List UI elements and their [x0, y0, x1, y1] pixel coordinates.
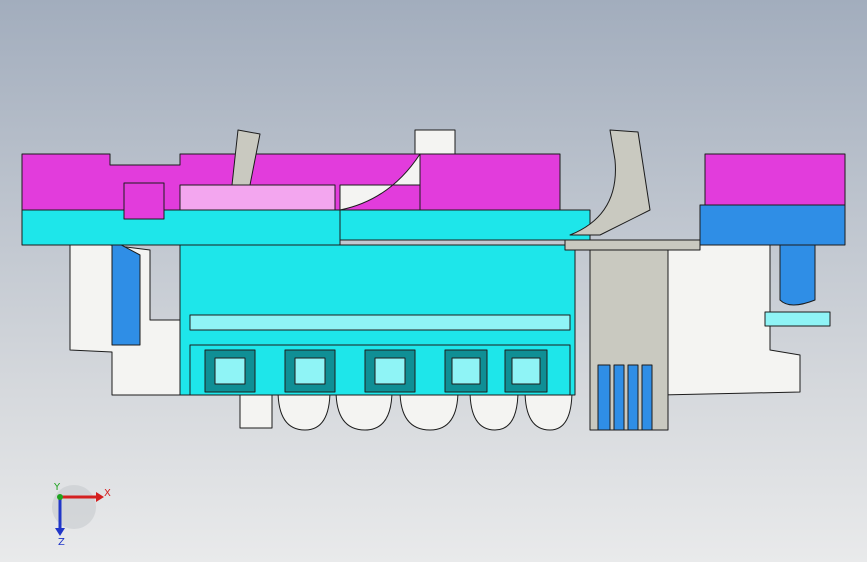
z-arrow-icon [55, 528, 65, 536]
x-axis-label: X [104, 488, 111, 499]
x-arrow-icon [96, 492, 104, 502]
coordinate-triad: X Y Z [52, 482, 111, 548]
y-axis-icon [57, 494, 63, 500]
z-axis-label: Z [58, 537, 65, 548]
y-axis-label: Y [53, 482, 61, 493]
graphics-viewport[interactable]: X Y Z [0, 0, 867, 562]
